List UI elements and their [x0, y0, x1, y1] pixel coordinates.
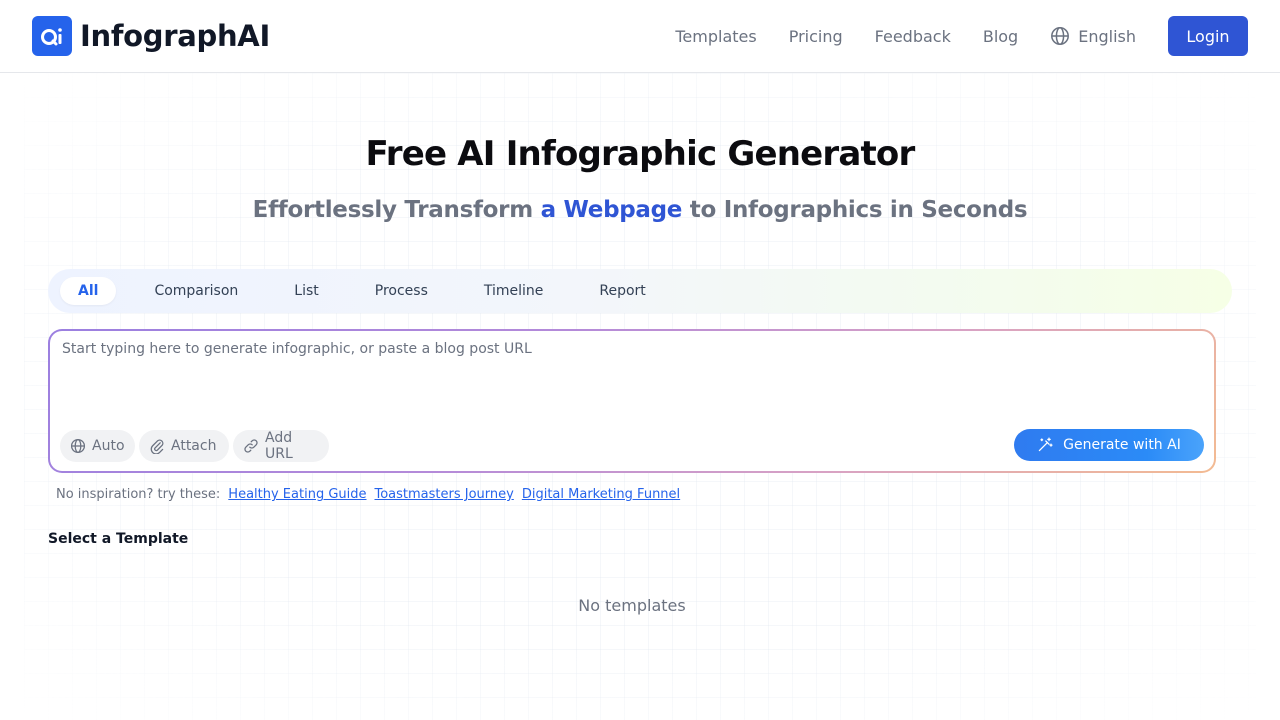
language-selector[interactable]: English	[1050, 26, 1136, 46]
tab-comparison[interactable]: Comparison	[136, 277, 256, 305]
generate-button[interactable]: Generate with AI	[1014, 429, 1204, 461]
page-title: Free AI Infographic Generator	[365, 134, 916, 174]
inspiration-label: No inspiration? try these:	[56, 487, 221, 502]
add-url-chip[interactable]: Add URL	[233, 430, 329, 462]
category-tabs: All Comparison List Process Timeline Rep…	[48, 269, 1232, 313]
globe-icon	[1050, 26, 1070, 46]
tab-report[interactable]: Report	[581, 277, 663, 305]
add-url-chip-label: Add URL	[265, 430, 293, 462]
attach-chip-label: Attach	[171, 438, 217, 454]
page-subtitle: Effortlessly Transform a Webpage to Info…	[0, 197, 1280, 223]
tab-timeline[interactable]: Timeline	[466, 277, 562, 305]
auto-chip[interactable]: Auto	[60, 430, 135, 462]
inspiration-link[interactable]: Digital Marketing Funnel	[522, 487, 680, 502]
subtitle-accent: a Webpage	[540, 197, 683, 223]
paperclip-icon	[149, 438, 165, 454]
templates-empty-state: No templates	[578, 596, 686, 615]
link-icon	[243, 438, 259, 454]
auto-chip-label: Auto	[92, 438, 125, 454]
subtitle-prefix: Effortlessly Transform	[252, 197, 541, 223]
nav-blog[interactable]: Blog	[983, 27, 1018, 46]
prompt-inner: Auto Attach Add URL	[50, 331, 1214, 471]
language-label: English	[1078, 26, 1136, 46]
inspiration-link[interactable]: Toastmasters Journey	[375, 487, 514, 502]
brand[interactable]: InfographAI	[32, 16, 270, 56]
login-button[interactable]: Login	[1168, 16, 1248, 56]
magic-wand-icon	[1037, 437, 1053, 453]
prompt-box: Auto Attach Add URL	[48, 329, 1216, 473]
generate-button-label: Generate with AI	[1063, 437, 1181, 453]
globe-icon	[70, 438, 86, 454]
top-navbar: InfographAI Templates Pricing Feedback B…	[0, 0, 1280, 73]
nav-templates[interactable]: Templates	[675, 27, 756, 46]
nav-feedback[interactable]: Feedback	[875, 27, 951, 46]
attach-chip[interactable]: Attach	[139, 430, 229, 462]
logo-icon	[32, 16, 72, 56]
nav-pricing[interactable]: Pricing	[789, 27, 843, 46]
tab-process[interactable]: Process	[357, 277, 446, 305]
brand-name: InfographAI	[80, 19, 270, 53]
templates-section-title: Select a Template	[48, 531, 189, 547]
tab-list[interactable]: List	[276, 277, 336, 305]
tab-all[interactable]: All	[60, 277, 117, 305]
inspiration-link[interactable]: Healthy Eating Guide	[228, 487, 366, 502]
subtitle-suffix: to Infographics in Seconds	[682, 197, 1028, 223]
prompt-input[interactable]	[62, 341, 1202, 421]
inspiration-row: No inspiration? try these: Healthy Eatin…	[56, 487, 688, 502]
main-nav: Templates Pricing Feedback Blog English …	[675, 16, 1248, 56]
